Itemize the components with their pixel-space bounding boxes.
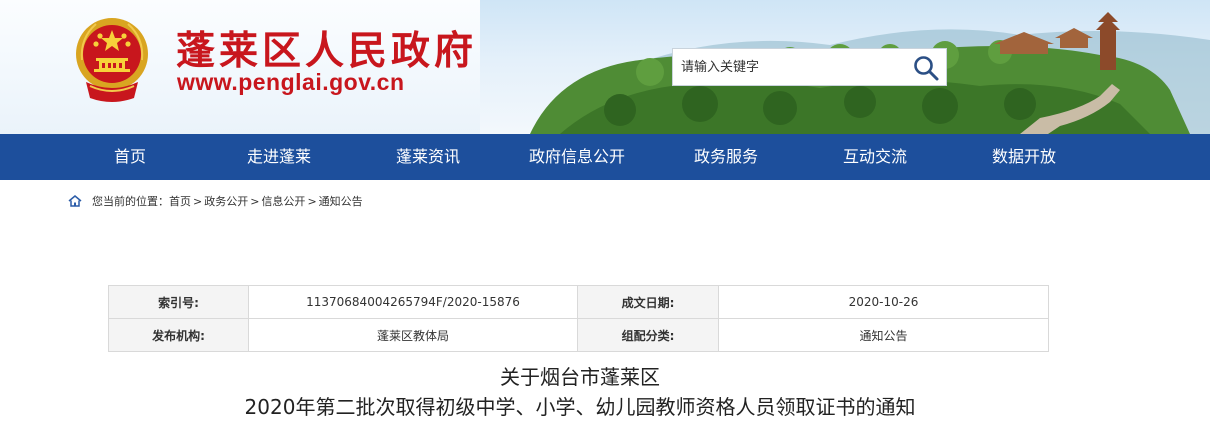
search-input[interactable] (673, 49, 903, 85)
table-row: 索引号: 11370684004265794F/2020-15876 成文日期:… (108, 285, 1049, 319)
nav-item-open-data[interactable]: 数据开放 (992, 134, 1056, 180)
breadcrumb: 您当前的位置： 首页 > 政务公开 > 信息公开 > 通知公告 (68, 193, 363, 209)
nav-item-home[interactable]: 首页 (114, 134, 146, 180)
main-nav: 首页 走进蓬莱 蓬莱资讯 政府信息公开 政务服务 互动交流 数据开放 (0, 134, 1210, 180)
breadcrumb-separator: > (193, 194, 203, 208)
site-url[interactable]: www.penglai.gov.cn (177, 69, 405, 96)
table-row: 发布机构: 蓬莱区教体局 组配分类: 通知公告 (108, 318, 1049, 352)
breadcrumb-item-notices[interactable]: 通知公告 (319, 193, 363, 209)
index-label: 索引号: (108, 285, 249, 319)
breadcrumb-item-home[interactable]: 首页 (169, 193, 191, 209)
breadcrumb-item-info-disclosure[interactable]: 信息公开 (261, 193, 305, 209)
nav-item-penglai-news[interactable]: 蓬莱资讯 (396, 134, 460, 180)
site-header: 蓬莱区人民政府 www.penglai.gov.cn (0, 0, 1210, 134)
category-label: 组配分类: (577, 318, 719, 352)
site-title[interactable]: 蓬莱区人民政府 (176, 20, 477, 76)
article-title: 关于烟台市蓬莱区 2020年第二批次取得初级中学、小学、幼儿园教师资格人员领取证… (0, 362, 1160, 422)
category-value: 通知公告 (718, 318, 1049, 352)
breadcrumb-separator: > (250, 194, 260, 208)
date-label: 成文日期: (577, 285, 719, 319)
index-value: 11370684004265794F/2020-15876 (248, 285, 578, 319)
nav-item-gov-info-disclosure[interactable]: 政府信息公开 (529, 134, 625, 180)
nav-item-about-penglai[interactable]: 走进蓬莱 (247, 134, 311, 180)
document-info-table: 索引号: 11370684004265794F/2020-15876 成文日期:… (108, 285, 1049, 352)
search-box (672, 48, 947, 86)
home-icon (68, 195, 82, 207)
nav-item-gov-services[interactable]: 政务服务 (694, 134, 758, 180)
breadcrumb-separator: > (307, 194, 317, 208)
publisher-label: 发布机构: (108, 318, 249, 352)
breadcrumb-item-gov-affairs[interactable]: 政务公开 (204, 193, 248, 209)
date-value: 2020-10-26 (718, 285, 1049, 319)
search-icon[interactable] (912, 54, 940, 82)
breadcrumb-prefix: 您当前的位置： (92, 195, 169, 208)
publisher-value: 蓬莱区教体局 (248, 318, 578, 352)
article-title-line-2: 2020年第二批次取得初级中学、小学、幼儿园教师资格人员领取证书的通知 (244, 395, 916, 419)
article-title-line-1: 关于烟台市蓬莱区 (500, 365, 660, 389)
national-emblem-icon (76, 18, 148, 102)
nav-item-interaction[interactable]: 互动交流 (843, 134, 907, 180)
